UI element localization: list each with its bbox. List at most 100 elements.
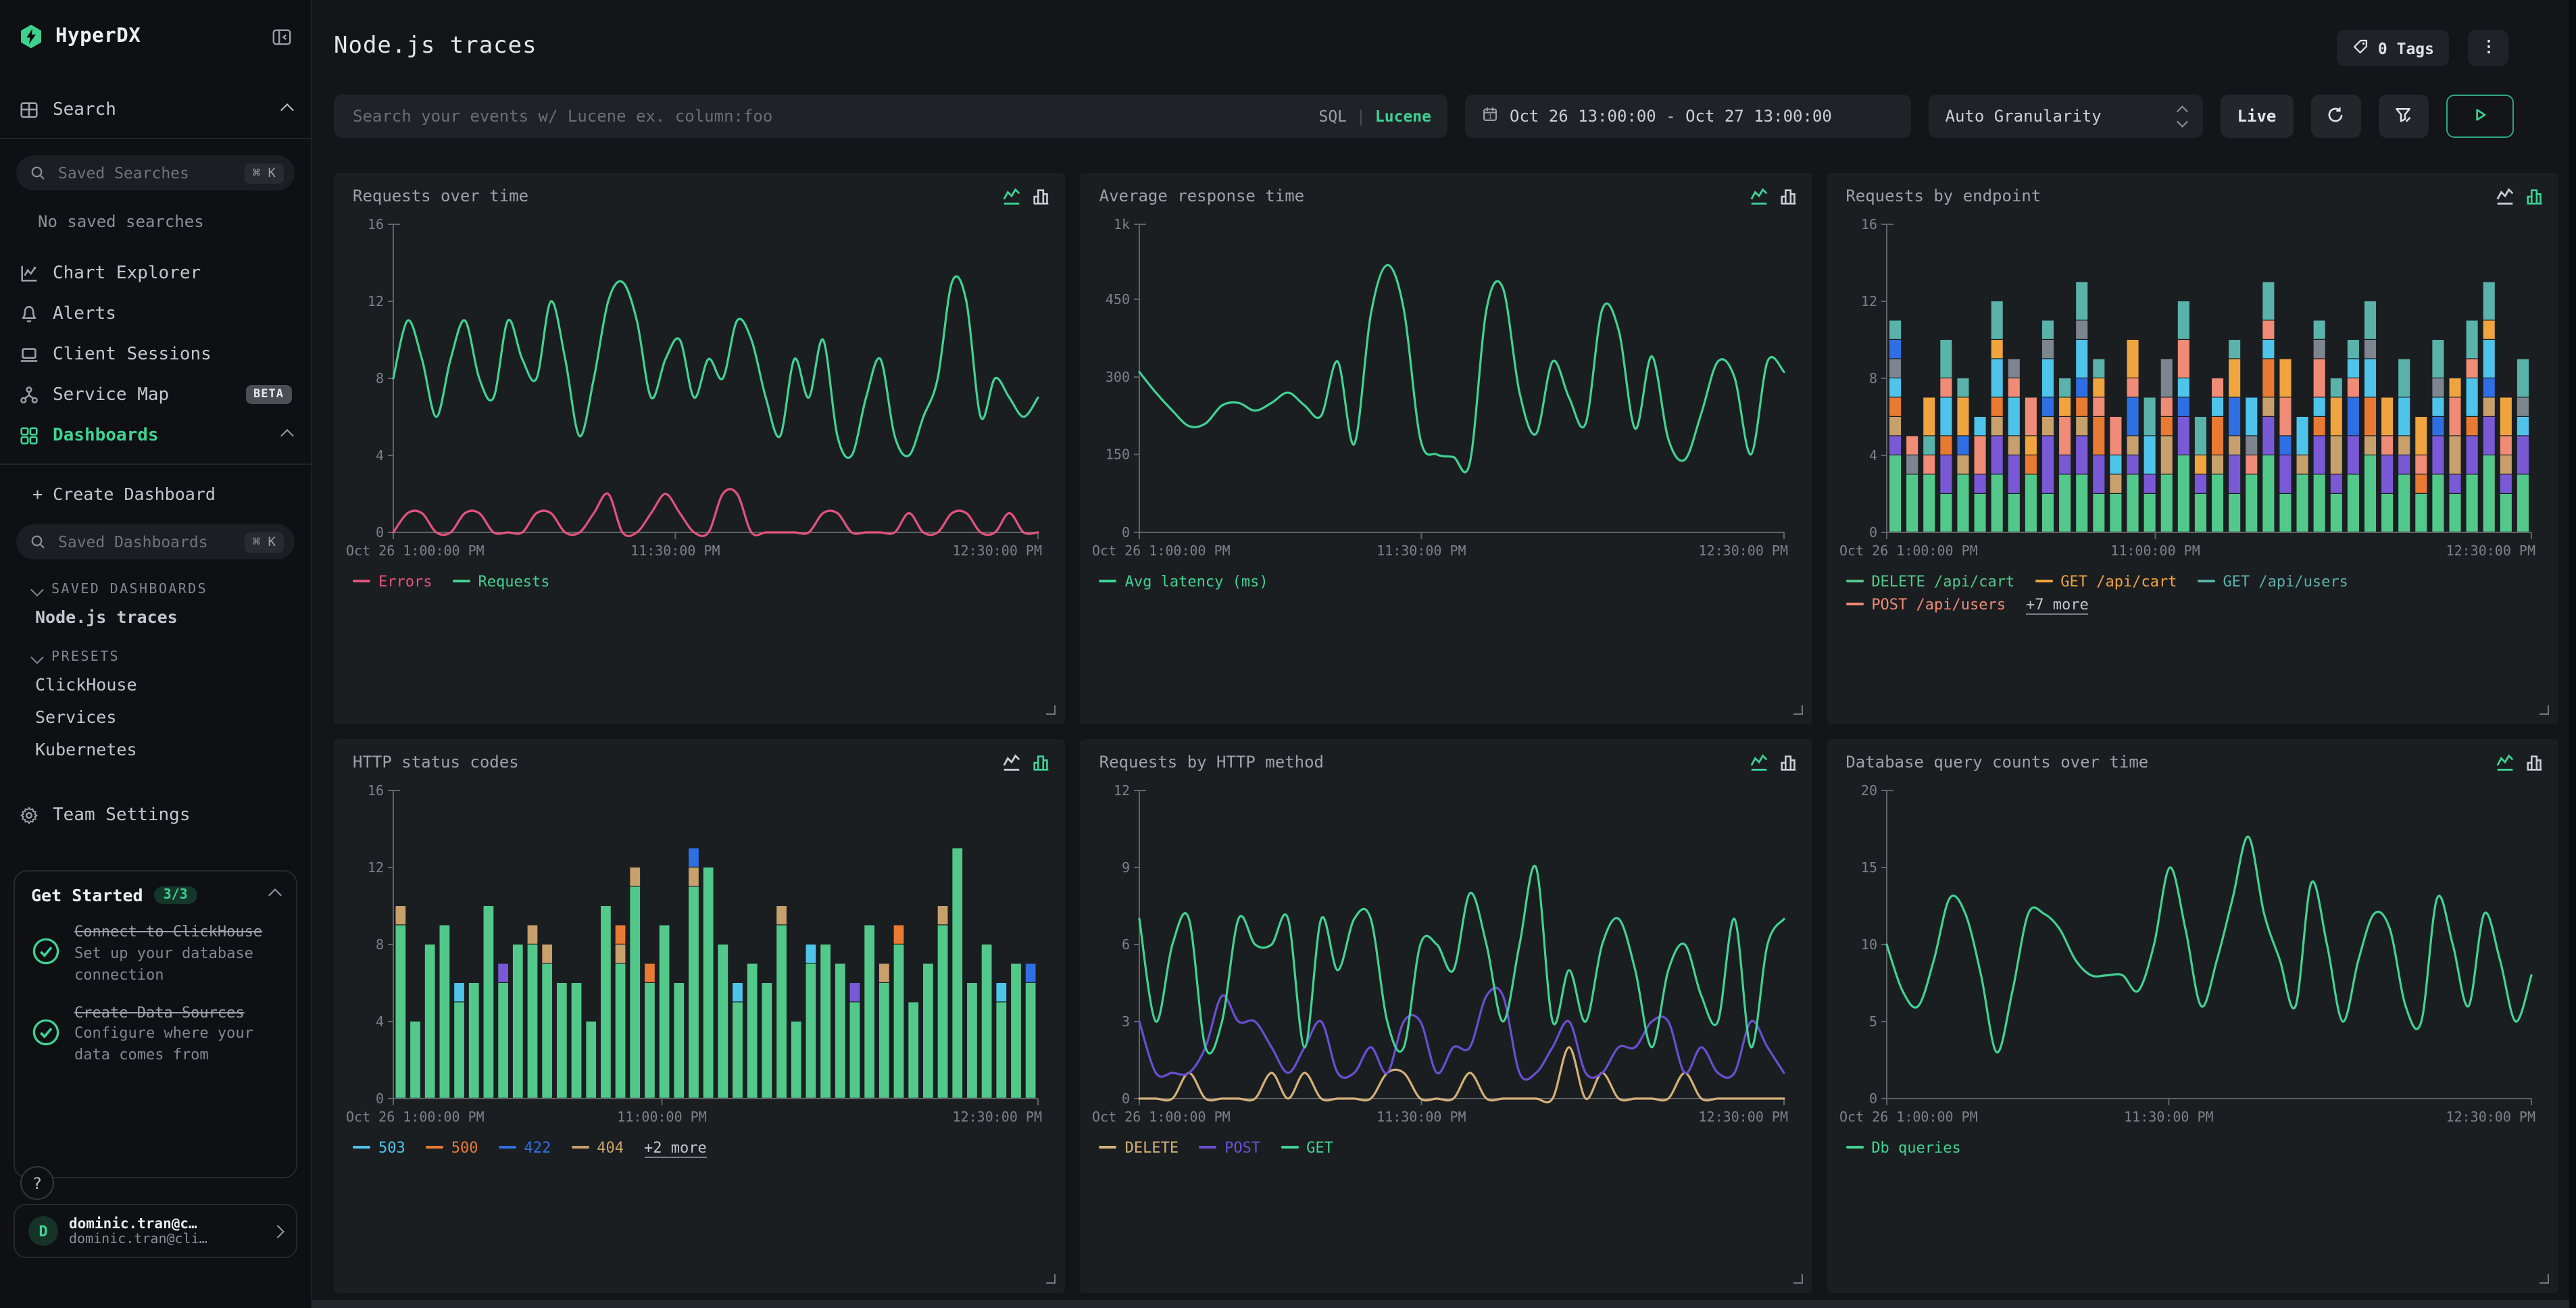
- resize-handle[interactable]: [2540, 705, 2549, 715]
- sidebar-item-clickhouse[interactable]: ClickHouse: [0, 668, 311, 700]
- sidebar-item-nodejs-traces[interactable]: Node.js traces: [0, 600, 311, 632]
- bar-chart-toggle-icon[interactable]: [1778, 186, 1798, 207]
- checklist-item[interactable]: Connect to ClickHouse Set up your databa…: [31, 923, 280, 986]
- resize-handle[interactable]: [1047, 1274, 1056, 1284]
- sidebar-item-dashboards[interactable]: Dashboards: [0, 415, 311, 455]
- presets-section[interactable]: PRESETS: [0, 646, 311, 668]
- legend-item[interactable]: DELETE /api/cart: [1846, 573, 2014, 590]
- legend-item[interactable]: 503: [353, 1139, 405, 1157]
- legend-item[interactable]: Avg latency (ms): [1099, 573, 1268, 590]
- help-button[interactable]: ?: [20, 1166, 54, 1200]
- chevron-down-icon: [30, 650, 44, 663]
- sidebar-item-label: Dashboards: [53, 425, 269, 445]
- vertical-scrollbar[interactable]: [2569, 0, 2576, 1308]
- legend-more-link[interactable]: +2 more: [644, 1139, 707, 1158]
- chart-title: HTTP status codes: [353, 753, 1002, 772]
- refresh-button[interactable]: [2311, 95, 2361, 138]
- sidebar-item-chart-explorer[interactable]: Chart Explorer: [0, 253, 311, 293]
- tags-label: 0 Tags: [2378, 39, 2434, 57]
- legend-item[interactable]: GET /api/users: [2197, 573, 2348, 590]
- chart-plot[interactable]: 036912Oct 26 1:00:00 PM11:30:00 PM12:30:…: [1091, 780, 1799, 1134]
- search-icon: [30, 160, 46, 186]
- legend-item[interactable]: Errors: [353, 573, 432, 590]
- legend-item[interactable]: DELETE: [1099, 1139, 1179, 1157]
- saved-searches-input[interactable]: ⌘ K: [16, 155, 295, 191]
- horizontal-scrollbar[interactable]: [312, 1300, 2576, 1308]
- tags-button[interactable]: 0 Tags: [2337, 30, 2449, 66]
- resize-handle[interactable]: [1047, 705, 1056, 715]
- bar-chart-toggle-icon[interactable]: [1032, 186, 1052, 207]
- date-range-picker[interactable]: 1 Oct 26 13:00:00 - Oct 27 13:00:00: [1465, 95, 1912, 138]
- svg-text:450: 450: [1106, 291, 1131, 307]
- event-search-input[interactable]: [350, 105, 1318, 127]
- granularity-select[interactable]: Auto Granularity: [1929, 95, 2203, 138]
- svg-text:9: 9: [1122, 859, 1131, 876]
- sidebar-item-label: Client Sessions: [53, 344, 292, 364]
- chart-title: Database query counts over time: [1846, 753, 2495, 772]
- chevron-up-icon[interactable]: [268, 888, 282, 902]
- svg-text:10: 10: [1860, 936, 1877, 953]
- filter-button[interactable]: [2378, 95, 2428, 138]
- cmd-k-shortcut: ⌘ K: [245, 532, 284, 552]
- live-button[interactable]: Live: [2220, 95, 2294, 138]
- event-search-bar[interactable]: SQL|Lucene: [334, 95, 1447, 138]
- collapse-sidebar-icon[interactable]: [272, 26, 292, 47]
- sidebar-item-search[interactable]: Search: [0, 89, 311, 130]
- legend-item[interactable]: 500: [426, 1139, 478, 1157]
- bar-chart-toggle-icon[interactable]: [1778, 753, 1798, 773]
- sidebar-item-client-sessions[interactable]: Client Sessions: [0, 334, 311, 374]
- legend-item[interactable]: 422: [499, 1139, 551, 1157]
- svg-text:4: 4: [376, 447, 384, 463]
- legend-item[interactable]: GET /api/cart: [2035, 573, 2177, 590]
- lucene-mode-toggle[interactable]: Lucene: [1375, 107, 1431, 126]
- chart-plot[interactable]: 01503004501kOct 26 1:00:00 PM11:30:00 PM…: [1091, 213, 1799, 568]
- svg-text:6: 6: [1122, 936, 1131, 953]
- resize-handle[interactable]: [1793, 1274, 1802, 1284]
- sidebar-item-service-map[interactable]: Service Map BETA: [0, 374, 311, 415]
- gear-icon: [19, 805, 39, 825]
- run-query-button[interactable]: [2446, 95, 2514, 138]
- create-dashboard-label: + Create Dashboard: [32, 483, 216, 503]
- checklist-item[interactable]: Create Data Sources Configure where your…: [31, 1003, 280, 1066]
- create-dashboard-button[interactable]: + Create Dashboard: [0, 473, 311, 513]
- line-chart-toggle-icon[interactable]: [1748, 186, 1768, 207]
- line-chart-toggle-icon[interactable]: [2495, 186, 2515, 207]
- legend-item[interactable]: 404: [571, 1139, 624, 1157]
- line-chart-toggle-icon[interactable]: [1748, 753, 1768, 773]
- legend-item[interactable]: POST /api/users: [1846, 596, 2006, 613]
- sidebar-item-label: Team Settings: [53, 805, 292, 825]
- dashboard-link-label: Node.js traces: [35, 606, 178, 626]
- legend-item[interactable]: Requests: [453, 573, 550, 590]
- svg-text:16: 16: [1860, 216, 1877, 232]
- svg-text:11:30:00 PM: 11:30:00 PM: [630, 543, 720, 559]
- bar-chart-toggle-icon[interactable]: [2525, 186, 2545, 207]
- dashboard-menu-button[interactable]: [2468, 30, 2508, 66]
- saved-dashboards-field[interactable]: [55, 531, 235, 553]
- saved-dashboards-input[interactable]: ⌘ K: [16, 524, 295, 559]
- sql-mode-toggle[interactable]: SQL: [1318, 107, 1347, 126]
- line-chart-toggle-icon[interactable]: [1002, 186, 1022, 207]
- saved-dashboards-section[interactable]: SAVED DASHBOARDS: [0, 578, 311, 600]
- bar-chart-toggle-icon[interactable]: [1032, 753, 1052, 773]
- legend-item[interactable]: GET: [1281, 1139, 1333, 1157]
- bar-chart-toggle-icon[interactable]: [2525, 753, 2545, 773]
- sidebar-item-team-settings[interactable]: Team Settings: [0, 795, 311, 835]
- sidebar-item-services[interactable]: Services: [0, 700, 311, 732]
- line-chart-toggle-icon[interactable]: [1002, 753, 1022, 773]
- resize-handle[interactable]: [2540, 1274, 2549, 1284]
- chart-plot[interactable]: 0481216Oct 26 1:00:00 PM11:00:00 PM12:30…: [1837, 213, 2545, 568]
- legend-more-link[interactable]: +7 more: [2026, 596, 2089, 615]
- user-menu[interactable]: D dominic.tran@c… dominic.tran@cli…: [14, 1204, 297, 1258]
- sidebar-item-kubernetes[interactable]: Kubernetes: [0, 732, 311, 765]
- sidebar-item-alerts[interactable]: Alerts: [0, 293, 311, 334]
- resize-handle[interactable]: [1793, 705, 1802, 715]
- legend-item[interactable]: Db queries: [1846, 1139, 1960, 1157]
- chart-plot[interactable]: 05101520Oct 26 1:00:00 PM11:30:00 PM12:3…: [1837, 780, 2545, 1134]
- line-chart-toggle-icon[interactable]: [2495, 753, 2515, 773]
- legend-item[interactable]: POST: [1199, 1139, 1260, 1157]
- saved-searches-field[interactable]: [55, 162, 235, 184]
- select-chevrons-icon: [2179, 107, 2186, 125]
- svg-text:12: 12: [1114, 782, 1131, 799]
- chart-plot[interactable]: 0481216Oct 26 1:00:00 PM11:00:00 PM12:30…: [345, 780, 1052, 1134]
- chart-plot[interactable]: 0481216Oct 26 1:00:00 PM11:30:00 PM12:30…: [345, 213, 1052, 568]
